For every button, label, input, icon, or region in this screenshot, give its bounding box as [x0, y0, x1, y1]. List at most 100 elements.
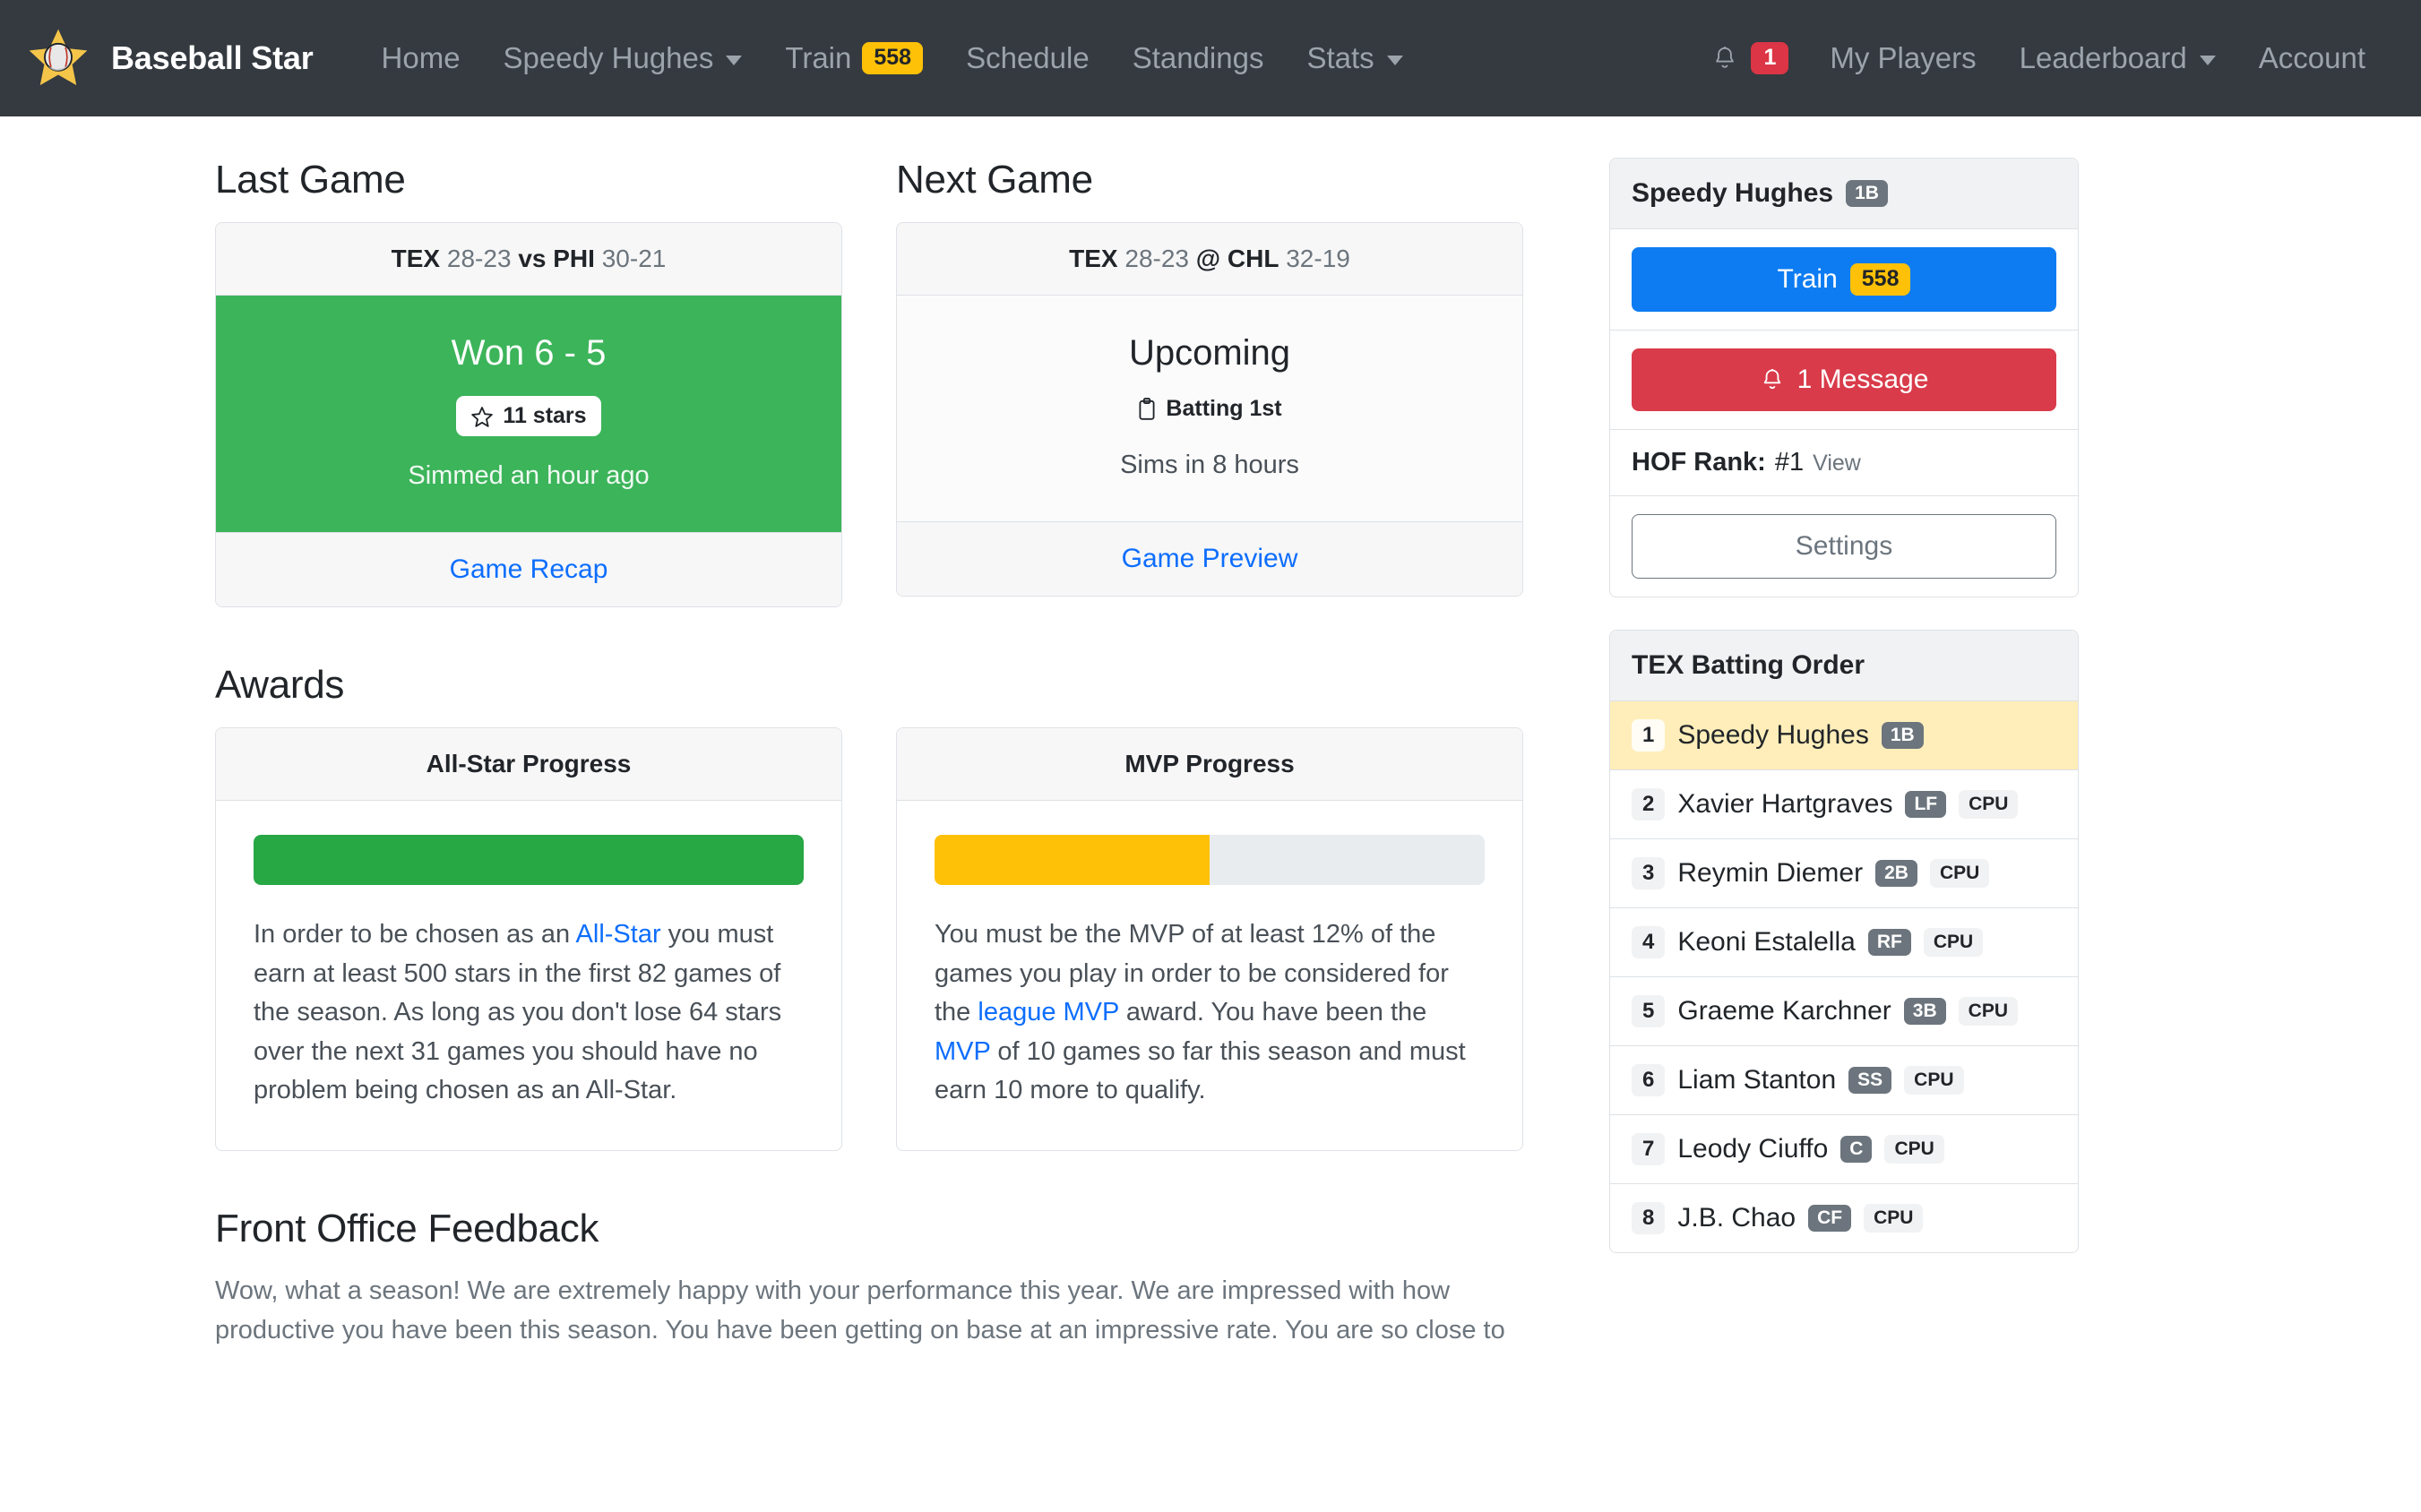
- last-game-score: Won 6 - 5: [451, 333, 607, 373]
- train-button-label: Train: [1777, 264, 1838, 294]
- batting-order-position-badge: CF: [1808, 1205, 1852, 1232]
- inline-text: In order to be chosen as an: [254, 920, 576, 949]
- next-game-status: Upcoming: [1128, 333, 1291, 373]
- messages-button[interactable]: 1 Message: [1632, 348, 2056, 411]
- last-game-result-body: Won 6 - 5 11 stars Simmed an hour ago: [216, 296, 841, 532]
- last-game-heading: Last Game: [215, 158, 406, 202]
- nav-link-label: Speedy Hughes: [503, 41, 714, 74]
- nav-link-standings[interactable]: Standings: [1111, 41, 1286, 75]
- batting-order-number: 2: [1632, 788, 1666, 820]
- batting-order-position-badge: C: [1840, 1136, 1873, 1163]
- hof-rank-value: #1: [1774, 448, 1805, 477]
- last-game-simmed-time: Simmed an hour ago: [408, 461, 650, 490]
- batting-order-position-badge: RF: [1867, 929, 1911, 956]
- batting-order-row[interactable]: 4 Keoni Estalella RF CPU: [1610, 908, 2078, 977]
- clipboard-icon: [1139, 397, 1155, 420]
- train-button[interactable]: Train 558: [1632, 247, 2056, 312]
- batting-order-number: 7: [1632, 1133, 1666, 1165]
- brand-block[interactable]: Baseball Star: [25, 25, 314, 91]
- bell-icon: [1716, 47, 1735, 68]
- batting-order-row[interactable]: 2 Xavier Hartgraves LF CPU: [1610, 770, 2078, 839]
- nav-link-train[interactable]: Train 558: [763, 41, 944, 75]
- batting-order-player-name: J.B. Chao: [1677, 1203, 1796, 1233]
- next-game-card: TEX 28-23 @ CHL 32-19 Upcoming Batting 1…: [896, 222, 1523, 597]
- nav-link-my-players[interactable]: My Players: [1808, 41, 1997, 75]
- mvp-progress-title: MVP Progress: [897, 728, 1522, 801]
- nav-link-account[interactable]: Account: [2237, 41, 2387, 75]
- batting-order-player-name: Leody Ciuffo: [1677, 1134, 1829, 1164]
- batting-order-number: 4: [1632, 926, 1666, 958]
- batting-order-row[interactable]: 3 Reymin Diemer 2B CPU: [1610, 839, 2078, 908]
- batting-order-cpu-badge: CPU: [1864, 1204, 1924, 1233]
- game-recap-link[interactable]: Game Recap: [450, 554, 608, 584]
- brand-name: Baseball Star: [111, 39, 314, 76]
- batting-order-number: 1: [1632, 719, 1666, 752]
- all-star-progress-text: In order to be chosen as an All-Star you…: [254, 915, 804, 1111]
- games-row: Last Game TEX 28-23 vs PHI 30-21 Won 6 -…: [215, 158, 1523, 607]
- next-game-batting-order-note: Batting 1st: [1137, 396, 1282, 422]
- inline-link[interactable]: MVP: [935, 1037, 990, 1066]
- page-body: Last Game TEX 28-23 vs PHI 30-21 Won 6 -…: [0, 116, 2421, 1512]
- batting-order-row[interactable]: 8 J.B. Chao CF CPU: [1610, 1184, 2078, 1252]
- last-game-away-team: PHI: [553, 245, 595, 272]
- batting-order-row[interactable]: 6 Liam Stanton SS CPU: [1610, 1046, 2078, 1115]
- all-star-progress-track: [254, 835, 804, 885]
- nav-link-label: Home: [381, 41, 461, 74]
- mvp-progress-body: You must be the MVP of at least 12% of t…: [897, 801, 1522, 1150]
- next-game-heading: Next Game: [896, 158, 1093, 202]
- last-game-stars-label: 11 stars: [503, 403, 587, 428]
- nav-link-schedule[interactable]: Schedule: [944, 41, 1111, 75]
- batting-order-row[interactable]: 1 Speedy Hughes 1B: [1610, 701, 2078, 770]
- notification-count-badge: 1: [1751, 42, 1789, 74]
- player-panel-header: Speedy Hughes 1B: [1610, 159, 2078, 229]
- batting-order-cpu-badge: CPU: [1929, 859, 1990, 888]
- chevron-down-icon: [726, 55, 743, 65]
- baseball-star-logo-icon: [29, 29, 88, 86]
- hof-rank-label: HOF Rank:: [1632, 448, 1766, 477]
- all-star-progress-fill: [254, 835, 804, 885]
- player-name: Speedy Hughes: [1632, 178, 1834, 208]
- settings-row: Settings: [1610, 496, 2078, 597]
- front-office-feedback-body: Wow, what a season! We are extremely hap…: [215, 1276, 1505, 1345]
- batting-order-row[interactable]: 5 Graeme Karchner 3B CPU: [1610, 977, 2078, 1046]
- batting-order-cpu-badge: CPU: [1884, 1135, 1944, 1164]
- bell-icon: [1763, 368, 1780, 390]
- nav-link-leaderboard[interactable]: Leaderboard: [1998, 41, 2237, 75]
- mvp-progress-column: MVP Progress You must be the MVP of at l…: [896, 727, 1523, 1151]
- next-game-home-record: 28-23: [1124, 245, 1190, 272]
- batting-order-player-name: Keoni Estalella: [1677, 927, 1856, 957]
- nav-link-label: Leaderboard: [2019, 41, 2187, 74]
- settings-button-label: Settings: [1795, 531, 1893, 561]
- batting-order-cpu-badge: CPU: [1958, 997, 2018, 1026]
- top-navbar: Baseball Star Home Speedy Hughes Train 5…: [0, 0, 2421, 116]
- all-star-progress-title: All-Star Progress: [216, 728, 841, 801]
- front-office-feedback-section: Front Office Feedback Wow, what a season…: [215, 1207, 1523, 1352]
- notifications-button[interactable]: 1: [1692, 42, 1808, 74]
- settings-button[interactable]: Settings: [1632, 514, 2056, 579]
- all-star-progress-body: In order to be chosen as an All-Star you…: [216, 801, 841, 1150]
- player-panel-card: Speedy Hughes 1B Train 558 1 Message HOF…: [1609, 158, 2079, 597]
- next-game-section: Next Game TEX 28-23 @ CHL 32-19 Upcoming: [896, 158, 1523, 607]
- chevron-down-icon: [1386, 55, 1403, 65]
- batting-order-card: TEX Batting Order 1 Speedy Hughes 1B 2 Xavie…: [1609, 630, 2079, 1253]
- batting-order-row[interactable]: 7 Leody Ciuffo C CPU: [1610, 1115, 2078, 1184]
- inline-link[interactable]: league MVP: [978, 998, 1118, 1027]
- inline-text: of 10 games so far this season and must …: [935, 1036, 1466, 1105]
- messages-button-label: 1 Message: [1796, 365, 1929, 394]
- nav-link-stats[interactable]: Stats: [1285, 41, 1424, 75]
- sidebar-column: Speedy Hughes 1B Train 558 1 Message HOF…: [1577, 158, 2079, 1512]
- mvp-progress-text: You must be the MVP of at least 12% of t…: [935, 915, 1485, 1111]
- last-game-stars-badge: 11 stars: [456, 396, 601, 436]
- hof-rank-view-link[interactable]: View: [1813, 451, 1861, 477]
- nav-right-group: 1 My Players Leaderboard Account: [1692, 41, 2387, 75]
- game-preview-link[interactable]: Game Preview: [1122, 544, 1298, 573]
- batting-order-number: 5: [1632, 995, 1666, 1027]
- nav-link-home[interactable]: Home: [360, 41, 482, 75]
- batting-order-position-badge: 1B: [1881, 722, 1924, 749]
- all-star-progress-card: All-Star Progress In order to be chosen …: [215, 727, 842, 1151]
- batting-order-cpu-badge: CPU: [1923, 928, 1984, 957]
- nav-link-speedy-hughes[interactable]: Speedy Hughes: [482, 41, 764, 75]
- next-game-footer: Game Preview: [897, 520, 1522, 596]
- nav-link-label: My Players: [1830, 41, 1977, 74]
- inline-link[interactable]: All-Star: [576, 920, 661, 949]
